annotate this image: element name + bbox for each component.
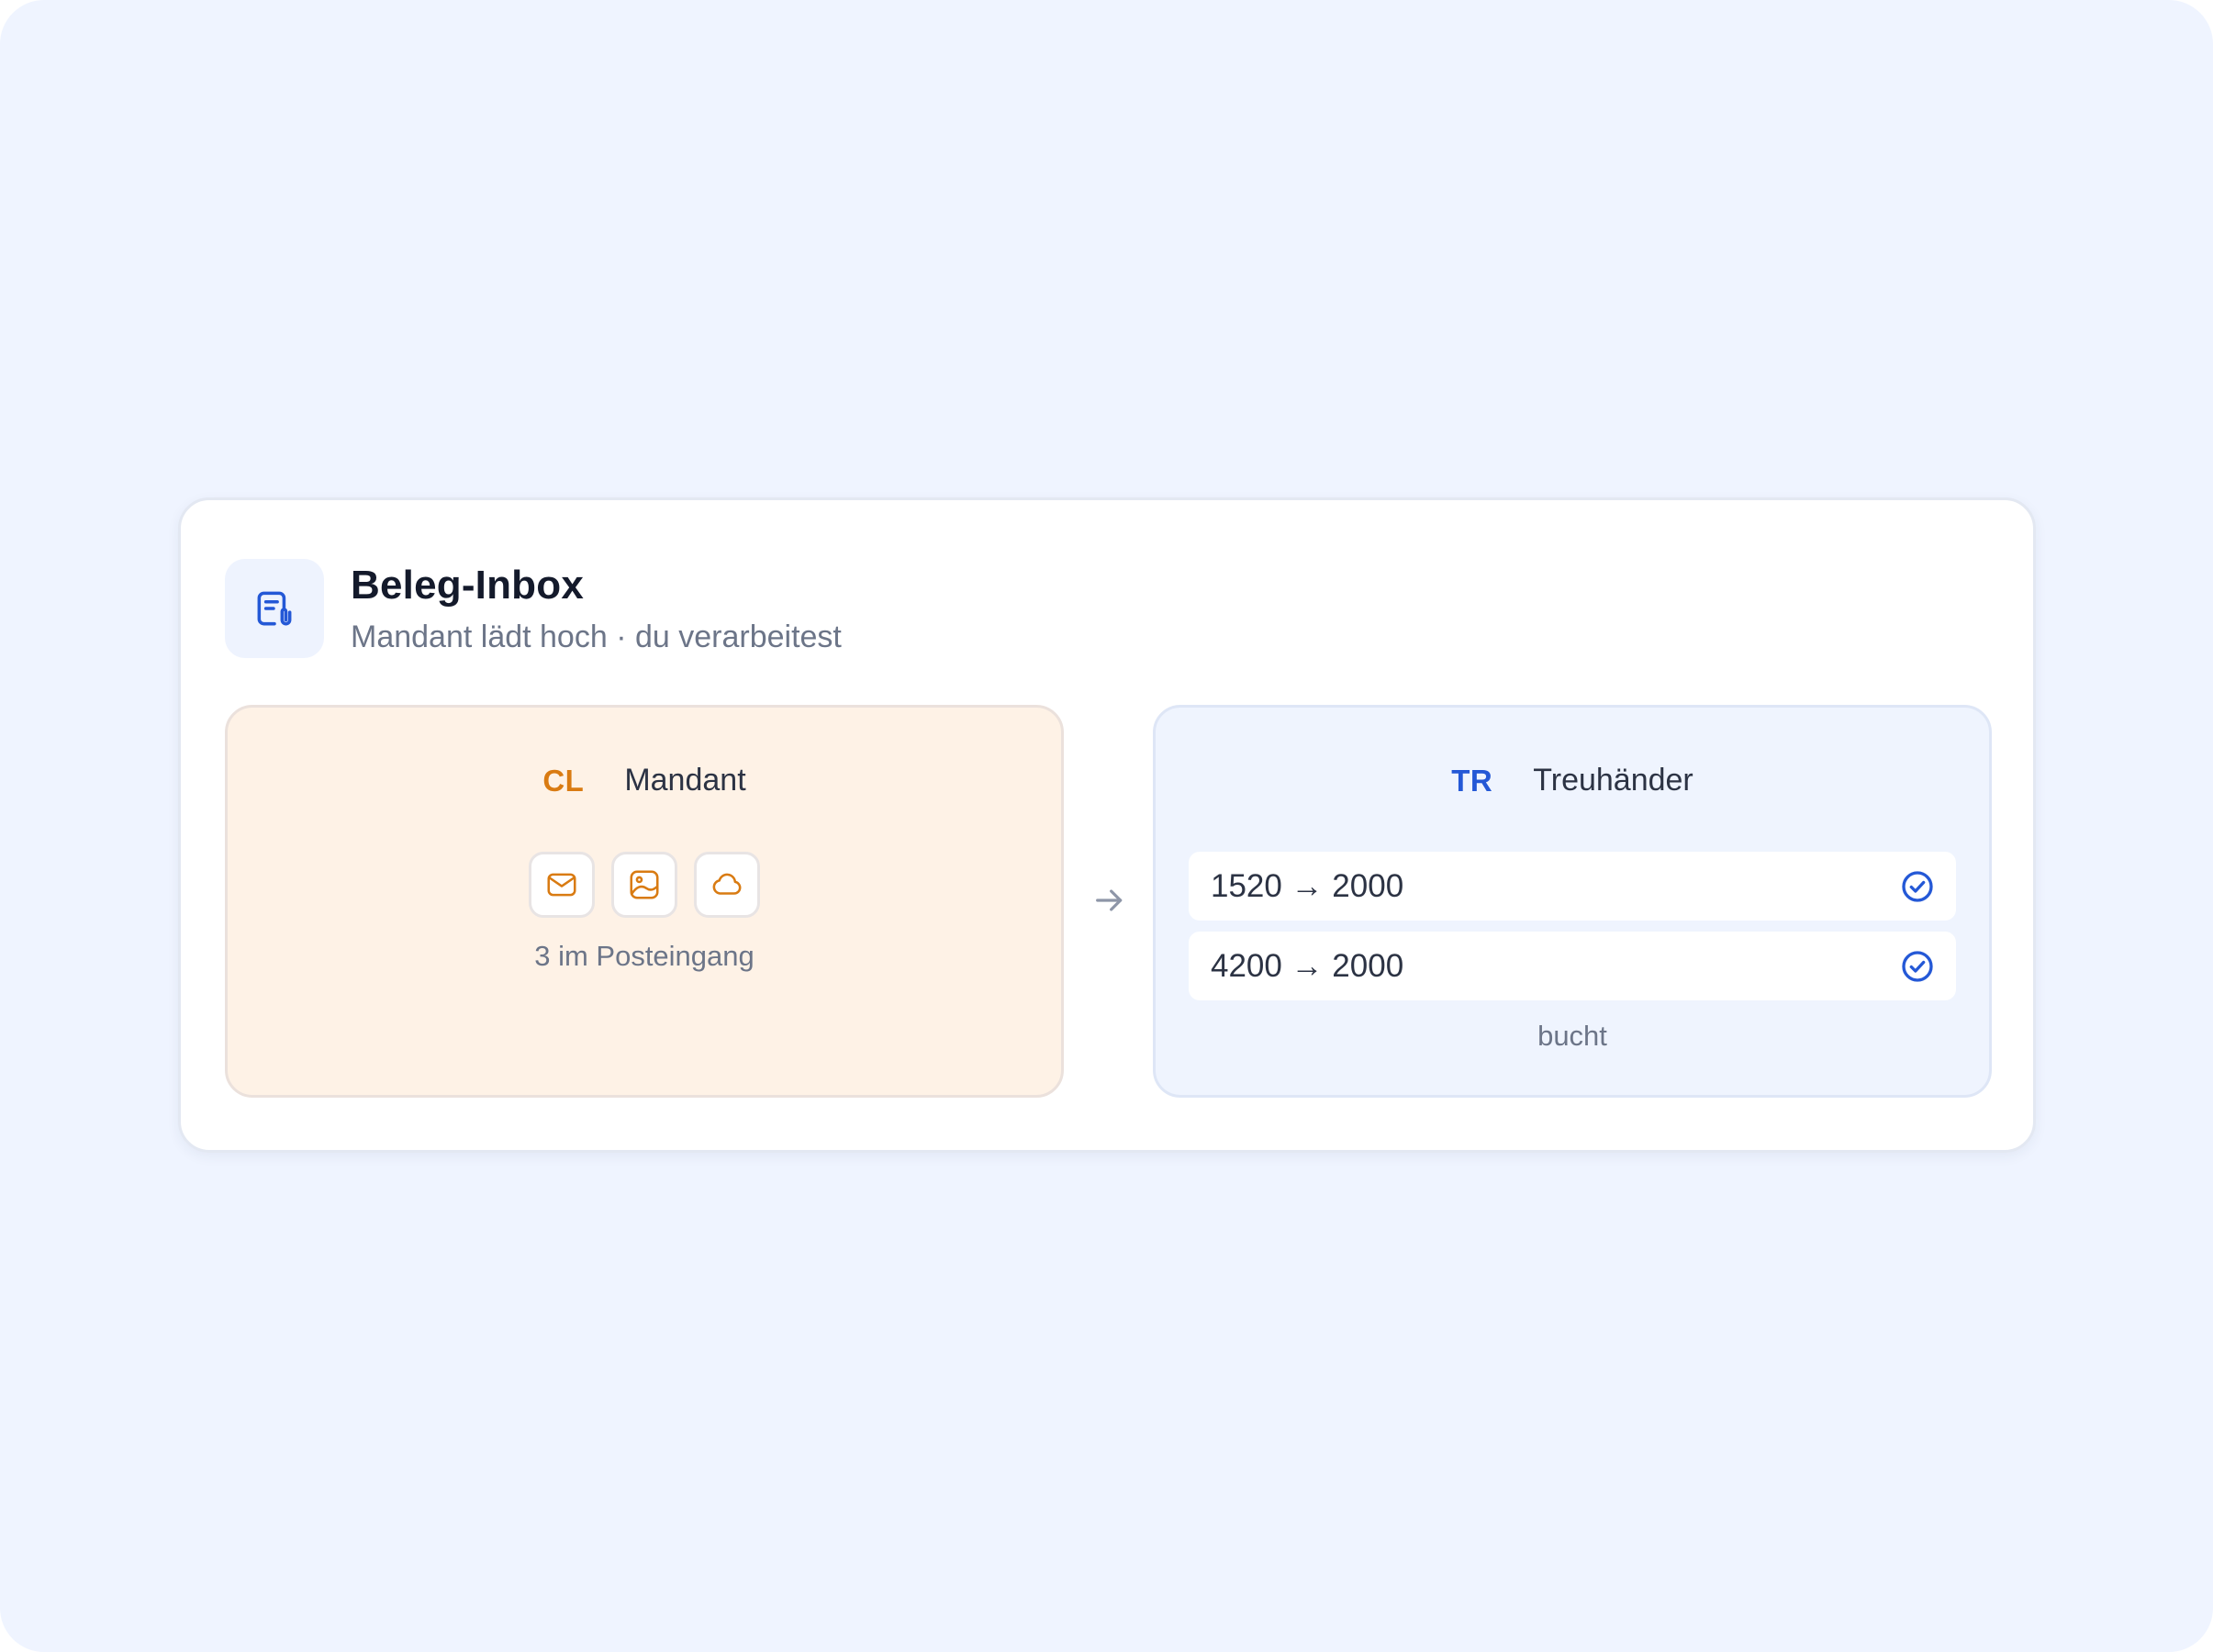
image-icon — [630, 870, 659, 899]
trustee-badge: TR — [1451, 763, 1493, 798]
client-panel: CL Mandant 3 im Posteingang — [225, 705, 1064, 1098]
inbox-count: 3 im Posteingang — [534, 940, 754, 972]
page-title: Beleg-Inbox — [351, 563, 584, 608]
trustee-panel-header: TR Treuhänder — [1156, 763, 1989, 798]
booking-account-mapping: 1520 → 2000 — [1211, 867, 1404, 904]
client-badge: CL — [542, 763, 585, 798]
booking-list: 1520 → 2000 4200 → 2000 — [1189, 852, 1956, 1011]
mail-icon — [547, 873, 576, 897]
page-background: Beleg-Inbox Mandant lädt hoch · du verar… — [0, 0, 2213, 1652]
trustee-panel: TR Treuhänder 1520 → 2000 4200 → 2000 bu… — [1153, 705, 1992, 1098]
page-subtitle: Mandant lädt hoch · du verarbeitest — [351, 620, 842, 654]
upload-options — [228, 852, 1061, 918]
trustee-action-label: bucht — [1537, 1020, 1607, 1052]
client-panel-header: CL Mandant — [228, 763, 1061, 798]
booking-account-mapping: 4200 → 2000 — [1211, 947, 1404, 984]
check-circle-icon — [1902, 951, 1933, 982]
header-icon-tile — [225, 559, 324, 658]
upload-email-button[interactable] — [529, 852, 595, 918]
upload-photo-button[interactable] — [611, 852, 677, 918]
booking-row[interactable]: 4200 → 2000 — [1189, 932, 1956, 1000]
cloud-icon — [712, 873, 742, 895]
beleg-inbox-card: Beleg-Inbox Mandant lädt hoch · du verar… — [178, 497, 2036, 1153]
check-circle-icon — [1902, 871, 1933, 902]
arrow-right-icon — [1096, 889, 1123, 911]
trustee-panel-title: Treuhänder — [1533, 763, 1693, 798]
client-panel-title: Mandant — [624, 763, 746, 798]
receipt-attachment-icon — [257, 591, 292, 626]
booking-row[interactable]: 1520 → 2000 — [1189, 852, 1956, 921]
upload-cloud-button[interactable] — [694, 852, 760, 918]
